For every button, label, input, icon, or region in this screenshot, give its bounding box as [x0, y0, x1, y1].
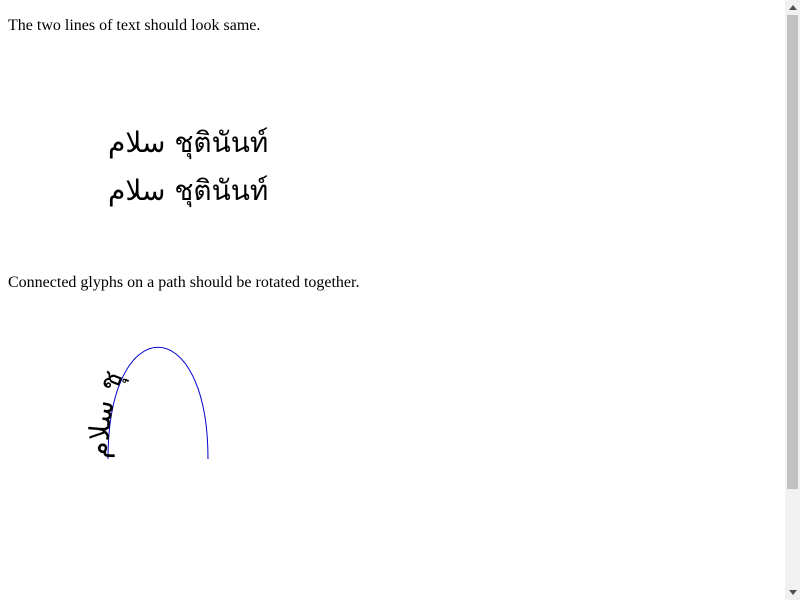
- caption-same-lines: The two lines of text should look same.: [8, 17, 261, 34]
- vertical-scrollbar[interactable]: [785, 0, 800, 600]
- path-text: سلام ชุ: [82, 366, 131, 459]
- caption-path-rotation: Connected glyphs on a path should be rot…: [8, 274, 360, 291]
- scroll-down-arrow-icon[interactable]: [785, 585, 800, 600]
- text-on-path-svg: سلام ชุ: [82, 346, 209, 460]
- scroll-thumb[interactable]: [787, 15, 798, 489]
- arch-path: [107, 346, 209, 460]
- path-text-content: سلام ชุ: [82, 366, 131, 459]
- scroll-up-arrow-icon[interactable]: [785, 0, 800, 15]
- sample-line-2: سلام ชุตินันท์: [108, 174, 268, 208]
- sample-line-1: سلام ชุตินันท์: [108, 126, 268, 160]
- sample-lines-svg: سلام ชุตินันท์ سلام ชุตินันท์: [108, 126, 268, 208]
- test-page: The two lines of text should look same. …: [0, 0, 785, 600]
